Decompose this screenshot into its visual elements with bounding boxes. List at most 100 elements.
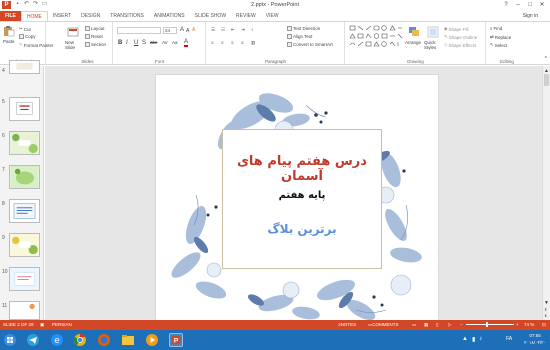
arrange-button[interactable]: Arrange <box>405 40 421 45</box>
scroll-thumb[interactable] <box>544 74 549 86</box>
slide-subtitle[interactable]: پایه هفتم <box>223 190 381 201</box>
tab-file[interactable]: FILE <box>0 11 21 21</box>
underline-button[interactable]: U <box>134 40 138 46</box>
convert-smartart-button[interactable]: Convert to SmartArt <box>287 42 333 47</box>
find-button[interactable]: ⌕ Find <box>490 26 502 31</box>
align-left-icon[interactable]: ≡ <box>211 40 214 45</box>
slide-thumbnail[interactable] <box>9 199 40 223</box>
tab-home[interactable]: HOME <box>20 11 48 21</box>
char-spacing-button[interactable]: AV <box>162 40 168 45</box>
slide-thumbnail[interactable] <box>9 301 40 320</box>
shape-fill-button[interactable]: ◆ Shape Fill <box>444 26 468 32</box>
cut-button[interactable]: ✂ Cut <box>19 26 31 32</box>
text-direction-button[interactable]: Text Direction <box>287 26 320 31</box>
justify-icon[interactable]: ≡ <box>241 40 244 45</box>
shape-outline-button[interactable]: ✎ Shape Outline <box>444 34 477 40</box>
format-painter-button[interactable]: ✎ Format Painter <box>19 42 54 48</box>
tab-slide-show[interactable]: SLIDE SHOW <box>190 11 231 21</box>
start-button-icon[interactable] <box>3 333 17 347</box>
italic-button[interactable]: I <box>126 40 128 46</box>
zoom-out-icon[interactable]: – <box>460 320 463 330</box>
bold-button[interactable]: B <box>118 40 122 46</box>
zoom-slider[interactable] <box>466 324 514 325</box>
align-center-icon[interactable]: ≡ <box>221 40 224 45</box>
normal-view-icon[interactable]: ▭ <box>412 320 416 330</box>
language-indicator[interactable]: PERSIAN <box>52 320 72 330</box>
line-spacing-icon[interactable]: ↕ <box>251 27 253 32</box>
arrange-icon[interactable] <box>408 26 420 38</box>
internet-explorer-icon[interactable]: e <box>50 333 64 347</box>
tab-transitions[interactable]: TRANSITIONS <box>105 11 149 21</box>
help-button[interactable]: ? <box>500 0 512 10</box>
clock[interactable]: 07:55 ۲۰۱۸/۰۴/۲۰ <box>524 332 546 346</box>
paste-button[interactable]: Paste <box>3 39 15 44</box>
reset-button[interactable]: Reset <box>85 34 103 39</box>
chrome-icon[interactable] <box>73 333 87 347</box>
powerpoint-taskbar-icon[interactable]: P <box>169 333 183 347</box>
new-slide-button[interactable]: New Slide <box>65 40 83 50</box>
minimize-button[interactable]: – <box>512 0 524 10</box>
tab-animations[interactable]: ANIMATIONS <box>149 11 190 21</box>
slide-thumbnail[interactable] <box>9 233 40 257</box>
previous-slide-icon[interactable]: ⇞ <box>544 307 547 312</box>
vertical-scrollbar[interactable]: ▲ ▼ ⇞ ⇟ <box>542 66 550 320</box>
next-slide-icon[interactable]: ⇟ <box>544 313 547 318</box>
volume-icon[interactable]: ♪ <box>479 336 482 343</box>
input-language[interactable]: FA <box>506 336 512 342</box>
slide-title[interactable]: درس هفتم پیام های آسمان <box>223 154 381 184</box>
columns-icon[interactable]: ▥ <box>251 40 255 46</box>
tab-insert[interactable]: INSERT <box>48 11 76 21</box>
numbering-icon[interactable]: ☷ <box>221 27 225 33</box>
font-size-dropdown[interactable]: 24 <box>163 27 177 34</box>
clear-format-icon[interactable]: A <box>192 27 195 33</box>
spellcheck-icon[interactable]: ▣ <box>40 320 44 330</box>
section-button[interactable]: Section <box>85 42 106 47</box>
select-button[interactable]: ↖ Select <box>490 42 507 48</box>
grow-font-icon[interactable]: A <box>180 27 184 33</box>
reading-view-icon[interactable]: ▯ <box>436 320 438 330</box>
font-color-icon[interactable]: A <box>184 39 189 47</box>
slide-thumbnail[interactable] <box>9 60 40 74</box>
collapse-ribbon-icon[interactable]: ^ <box>545 56 547 62</box>
network-icon[interactable]: ▮ <box>472 336 475 343</box>
slide-author[interactable]: برترین بلاگ <box>223 222 381 236</box>
paste-icon[interactable] <box>3 25 15 37</box>
scroll-down-icon[interactable]: ▼ <box>544 300 549 306</box>
shrink-font-icon[interactable]: A <box>186 28 189 34</box>
slide-thumbnail[interactable] <box>9 131 40 155</box>
new-slide-icon[interactable] <box>67 26 79 38</box>
media-player-icon[interactable] <box>145 333 159 347</box>
sign-in-link[interactable]: Sign in <box>523 11 538 21</box>
slide-thumbnail[interactable] <box>9 165 40 189</box>
zoom-slider-thumb[interactable] <box>486 322 488 327</box>
bullets-icon[interactable]: ☰ <box>211 27 215 33</box>
copy-button[interactable]: Copy <box>19 34 36 39</box>
maximize-button[interactable]: □ <box>524 0 536 10</box>
firefox-icon[interactable] <box>97 333 111 347</box>
replace-button[interactable]: ⇄ Replace <box>490 34 511 40</box>
fit-slide-icon[interactable]: ⊡ <box>542 320 546 330</box>
current-slide[interactable]: درس هفتم پیام های آسمان پایه هفتم برترین… <box>156 75 438 350</box>
font-name-dropdown[interactable] <box>117 27 161 34</box>
notes-button[interactable]: ≡ NOTES <box>338 320 356 330</box>
close-button[interactable]: ✕ <box>536 0 548 10</box>
increase-indent-icon[interactable]: ⇥ <box>241 27 245 33</box>
tray-expand-icon[interactable]: ▲ <box>462 336 468 343</box>
quick-styles-icon[interactable] <box>427 26 439 38</box>
layout-button[interactable]: Layout <box>85 26 105 31</box>
file-explorer-icon[interactable] <box>121 333 135 347</box>
tab-review[interactable]: REVIEW <box>231 11 261 21</box>
slide-thumbnail[interactable] <box>9 267 40 291</box>
tab-view[interactable]: VIEW <box>261 11 284 21</box>
decrease-indent-icon[interactable]: ⇤ <box>231 27 235 33</box>
quick-styles-button[interactable]: Quick Styles <box>424 40 440 50</box>
comments-button[interactable]: ▭ COMMENTS <box>368 320 399 330</box>
zoom-in-icon[interactable]: + <box>516 320 519 330</box>
change-case-button[interactable]: Aa <box>172 40 178 45</box>
tab-design[interactable]: DESIGN <box>76 11 105 21</box>
slide-sorter-icon[interactable]: ▦ <box>424 320 428 330</box>
slide-thumbnail[interactable] <box>9 97 40 121</box>
telegram-icon[interactable] <box>26 333 40 347</box>
align-text-button[interactable]: Align Text <box>287 34 312 39</box>
align-right-icon[interactable]: ≡ <box>231 40 234 45</box>
